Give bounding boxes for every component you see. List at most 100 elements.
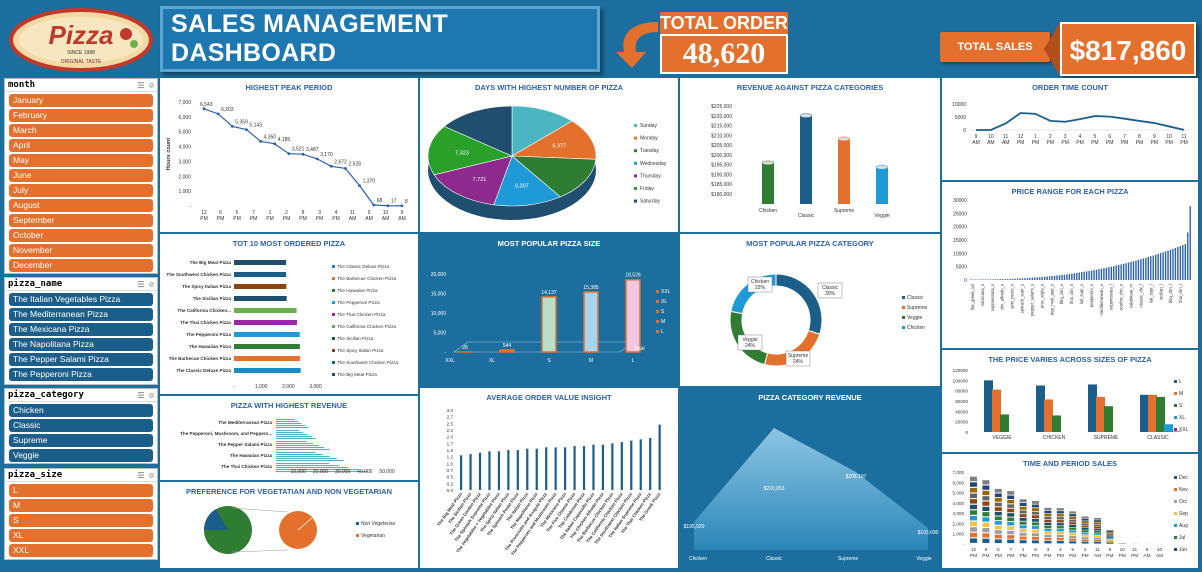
- legend-swatch: [1174, 380, 1177, 383]
- y-tick: 20000: [953, 225, 967, 231]
- data-point: [301, 152, 305, 156]
- x-tick: thai_ckn_s: [1069, 284, 1074, 304]
- stack-segment: [970, 493, 977, 499]
- x-tick: PM: [1121, 140, 1129, 146]
- slicer-item-veggie[interactable]: Veggie: [9, 448, 153, 462]
- bar: [545, 447, 548, 490]
- slicer-item-the-napolitana-pizza[interactable]: The Napolitana Pizza: [9, 337, 153, 351]
- bar: [1157, 253, 1159, 280]
- slicer-header: month ☰ ⊘: [5, 79, 157, 92]
- filter-icons[interactable]: ☰ ⊘: [137, 280, 157, 289]
- data-label: 68: [377, 198, 383, 204]
- x-tick: PM: [1180, 140, 1188, 146]
- legend-label: The California Chicken Pizza: [337, 324, 396, 329]
- stack-segment: [1056, 511, 1064, 514]
- slicer-item-the-mexicana-pizza[interactable]: The Mexicana Pizza: [9, 322, 153, 336]
- y-tick: The Spicy Italian Pizza: [182, 284, 231, 289]
- pizza-name-slicer[interactable]: pizza_name ☰ ⊘ The Italian Vegetables Piz…: [4, 277, 158, 385]
- bar: [276, 419, 295, 421]
- data-label: 14,137: [541, 290, 557, 296]
- legend-swatch: [1174, 404, 1177, 407]
- bar: [507, 450, 510, 490]
- slicer-item-chicken[interactable]: Chicken: [9, 403, 153, 417]
- slicer-item-xl[interactable]: XL: [9, 528, 153, 542]
- slicer-item-september[interactable]: September: [9, 213, 153, 227]
- slicer-item-supreme[interactable]: Supreme: [9, 433, 153, 447]
- pizza-logo: Pizza SINCE 1988 ORIGINAL TASTE: [9, 8, 153, 72]
- x-tick: PM: [266, 216, 274, 222]
- slicer-item-october[interactable]: October: [9, 228, 153, 242]
- data-label: 8: [405, 199, 408, 205]
- slicer-item-the-italian-vegetables-pizza[interactable]: The Italian Vegetables Pizza: [9, 292, 153, 306]
- price-size-panel: THE PRICE VARIES ACROSS SIZES OF PIZZA 1…: [942, 350, 1198, 452]
- stack-segment: [1094, 522, 1101, 525]
- slicer-item-l[interactable]: L: [9, 483, 153, 497]
- slicer-item-november[interactable]: November: [9, 243, 153, 257]
- legend-swatch: [656, 310, 659, 313]
- stack-segment: [994, 511, 1002, 516]
- month-slicer[interactable]: month ☰ ⊘ January February March April May Jun…: [4, 78, 158, 274]
- x-tick: spinach_supr_s: [1020, 284, 1025, 313]
- legend-swatch: [332, 289, 335, 292]
- legend-label: The Spicy Italian Pizza: [337, 348, 384, 353]
- slicer-item-xxl[interactable]: XXL: [9, 543, 153, 557]
- filter-icons[interactable]: ☰ ⊘: [137, 391, 157, 400]
- slicer-item-the-pepper-salami-pizza[interactable]: The Pepper Salami Pizza: [9, 352, 153, 366]
- slicer-item-may[interactable]: May: [9, 153, 153, 167]
- x-tick: PM: [250, 216, 258, 222]
- stack-segment: [970, 476, 977, 482]
- size-chart: 20,000 15,000 10,000 5,000 - 28 XXL 544 XL 14,137…: [431, 272, 671, 364]
- pizza-size-slicer[interactable]: pizza_size ☰ ⊘ L M S XL XXL: [4, 468, 158, 560]
- slicer-item-august[interactable]: August: [9, 198, 153, 212]
- legend-swatch: [332, 337, 335, 340]
- total-sales-value: $817,860: [1044, 22, 1196, 76]
- bar: [639, 439, 642, 490]
- slicer-item-january[interactable]: January: [9, 93, 153, 107]
- legend-swatch: [332, 361, 335, 364]
- pizza-category-slicer[interactable]: pizza_category ☰ ⊘ Chicken Classic Supreme V…: [4, 388, 158, 464]
- legend-swatch: [1174, 476, 1177, 479]
- order-line: [975, 112, 1185, 131]
- slice-label: 7,721: [473, 177, 487, 183]
- filter-icons[interactable]: ☰ ⊘: [137, 471, 157, 480]
- slicer-item-july[interactable]: July: [9, 183, 153, 197]
- y-tick: $185,000: [711, 182, 732, 188]
- slicer-item-march[interactable]: March: [9, 123, 153, 137]
- slicer-item-s[interactable]: S: [9, 513, 153, 527]
- y-tick: 100000: [953, 378, 969, 383]
- stack-segment: [1056, 529, 1064, 532]
- filter-icons[interactable]: ☰ ⊘: [137, 81, 157, 90]
- slicer-item-m[interactable]: M: [9, 498, 153, 512]
- slicer-item-classic[interactable]: Classic: [9, 418, 153, 432]
- stack-segment: [1032, 536, 1039, 540]
- aov-chart: 3.02.72.52.22.01.71.51.21.00.70.50.20.0T…: [436, 408, 662, 556]
- bar: [1071, 273, 1073, 280]
- bar: [583, 291, 599, 353]
- slicer-item-june[interactable]: June: [9, 168, 153, 182]
- stack-segment: [982, 501, 990, 506]
- stack-segment: [1056, 538, 1064, 541]
- slicer-item-february[interactable]: February: [9, 108, 153, 122]
- x-tick: Supreme: [834, 208, 855, 214]
- bar: [977, 279, 979, 280]
- bar: [1122, 263, 1125, 280]
- legend-label: L: [1179, 379, 1182, 385]
- stack-segment: [1032, 500, 1039, 504]
- slicer-item-the-pepperoni-pizza[interactable]: The Pepperoni Pizza: [9, 367, 153, 381]
- slicer-item-the-mediterranean-pizza[interactable]: The Mediterranean Pizza: [9, 307, 153, 321]
- bar: [1063, 274, 1066, 280]
- y-tick: -: [189, 204, 191, 210]
- data-label: 544: [503, 343, 512, 349]
- stack-segment: [970, 532, 977, 538]
- stack-segment: [1081, 530, 1089, 533]
- category-panel: MOST POPULAR PIZZA CATEGORY Classic 30% Su…: [680, 234, 940, 386]
- high-rev-panel: PIZZA WITH HIGHEST REVENUE The Mediterra…: [160, 396, 418, 480]
- bar: [999, 279, 1001, 280]
- slicer-title: pizza_category: [8, 390, 84, 400]
- dashboard-header: Pizza SINCE 1988 ORIGINAL TASTE SALES MA…: [0, 0, 1202, 78]
- stack-segment: [1069, 535, 1077, 539]
- bar: [234, 356, 301, 361]
- bar: [564, 447, 567, 490]
- slicer-item-december[interactable]: December: [9, 258, 153, 272]
- slicer-item-april[interactable]: April: [9, 138, 153, 152]
